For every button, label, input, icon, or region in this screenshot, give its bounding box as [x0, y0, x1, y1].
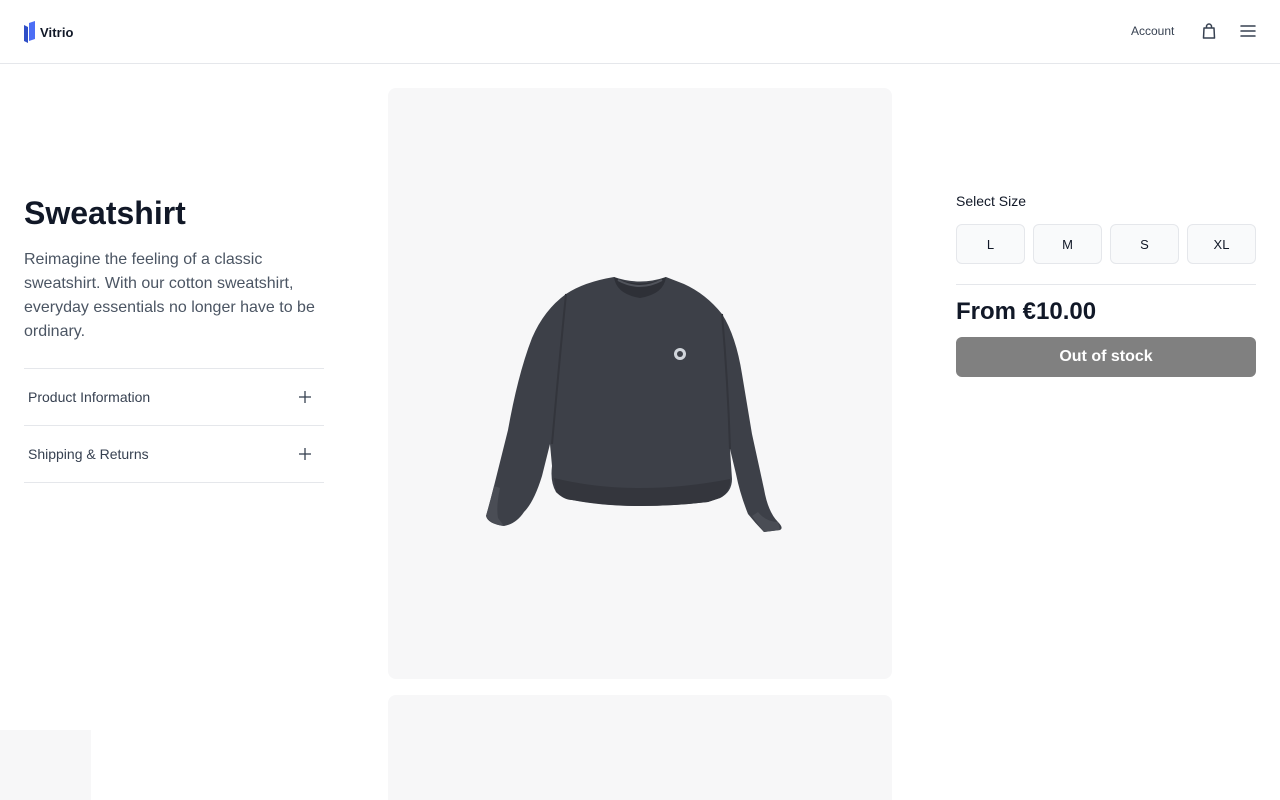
site-header: Vitrio Account: [0, 0, 1280, 64]
plus-icon: [299, 391, 311, 403]
brand-logo[interactable]: Vitrio: [24, 21, 74, 43]
accordion-label: Shipping & Returns: [28, 446, 149, 462]
accordion-product-information[interactable]: Product Information: [24, 369, 324, 426]
product-title: Sweatshirt: [24, 195, 186, 231]
out-of-stock-button[interactable]: Out of stock: [956, 337, 1256, 377]
hamburger-menu-icon: [1240, 25, 1256, 37]
divider: [956, 284, 1256, 285]
size-option-s[interactable]: S: [1110, 224, 1179, 264]
shopping-bag-icon: [1202, 23, 1216, 39]
size-option-xl[interactable]: XL: [1187, 224, 1256, 264]
brand-logo-icon: [24, 21, 35, 43]
product-image-secondary[interactable]: [388, 695, 892, 800]
product-image-main[interactable]: [388, 88, 892, 679]
sweatshirt-image: [486, 277, 782, 532]
brand-name: Vitrio: [40, 24, 74, 40]
select-size-label: Select Size: [956, 193, 1027, 209]
plus-icon: [299, 448, 311, 460]
size-options: L M S XL: [956, 224, 1256, 264]
product-accordion: Product Information Shipping & Returns: [24, 368, 324, 483]
product-price: From €10.00: [956, 298, 1097, 325]
accordion-label: Product Information: [28, 389, 151, 405]
thumbnail-placeholder: [0, 730, 91, 800]
accordion-shipping-returns[interactable]: Shipping & Returns: [24, 426, 324, 483]
size-option-l[interactable]: L: [956, 224, 1025, 264]
account-link[interactable]: Account: [1131, 24, 1174, 38]
menu-button[interactable]: [1239, 22, 1257, 40]
size-option-m[interactable]: M: [1033, 224, 1102, 264]
product-description: Reimagine the feeling of a classic sweat…: [24, 251, 315, 340]
cart-button[interactable]: [1200, 22, 1218, 40]
